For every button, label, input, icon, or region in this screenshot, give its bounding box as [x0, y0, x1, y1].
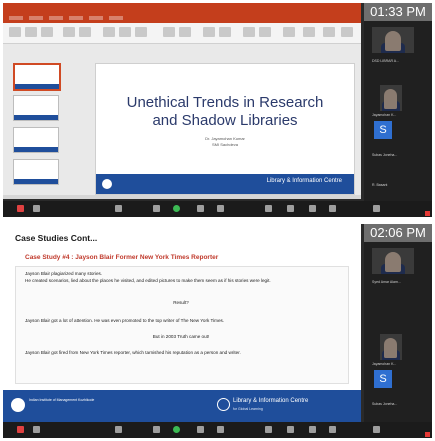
more-icon[interactable]: [265, 426, 272, 433]
participant-video[interactable]: [380, 334, 402, 360]
recording-indicator-icon: [425, 211, 430, 216]
apps-icon[interactable]: [287, 426, 294, 433]
participant-video[interactable]: [372, 27, 414, 53]
slide-subtitle: Case Study #4 : Jayson Blair Former New …: [25, 254, 219, 261]
whiteboard-icon[interactable]: [309, 205, 316, 212]
participant-name: R. Basant: [372, 183, 388, 187]
powerpoint-title-bar: [3, 3, 361, 15]
screenshot-frame-1: Unethical Trends in Research and Shadow …: [3, 3, 432, 217]
participants-panel: 02:06 PM Syed Amar Alam... Jayamohan K..…: [364, 224, 432, 422]
apps-icon[interactable]: [287, 205, 294, 212]
status-bar: [3, 195, 361, 199]
ribbon-tabs[interactable]: [3, 15, 361, 23]
slide-line: Result?: [173, 300, 189, 305]
participant-name: Jayamohan K...: [372, 113, 397, 117]
participant-name: Subas Joneha...: [372, 402, 398, 406]
end-call-icon[interactable]: [373, 426, 380, 433]
participant-name: DSD LIBRAR A...: [372, 59, 400, 63]
participant-video[interactable]: [380, 85, 402, 111]
slide-title: Unethical Trends in Research and Shadow …: [126, 94, 324, 129]
mic-icon[interactable]: [17, 205, 24, 212]
institute-logo: [102, 179, 112, 189]
participants-icon[interactable]: [115, 426, 122, 433]
mic-icon[interactable]: [17, 426, 24, 433]
slide-line: He created scenarios, lied about the pla…: [25, 278, 271, 283]
meeting-toolbar: [3, 422, 432, 438]
ribbon-toolbar[interactable]: [3, 23, 361, 44]
participant-name: Syed Amar Alam...: [372, 280, 401, 284]
participants-panel: 01:33 PM DSD LIBRAR A... Jayamohan K... …: [364, 3, 432, 201]
share-screen-icon[interactable]: [173, 205, 180, 212]
meeting-toolbar: [3, 201, 432, 217]
reactions-icon[interactable]: [217, 426, 224, 433]
participant-name: Jayamohan K...: [372, 362, 397, 366]
end-call-icon[interactable]: [373, 205, 380, 212]
library-logo-icon: [217, 398, 230, 411]
slide-thumbnails: [13, 63, 61, 185]
slide-line: Jayson Blair got a lot of attention. He …: [25, 318, 225, 323]
chat-icon[interactable]: [153, 205, 160, 212]
chat-icon[interactable]: [153, 426, 160, 433]
presented-slide: Case Studies Cont... Case Study #4 : Jay…: [3, 224, 361, 422]
footer-library-subtext: for Global Learning: [233, 407, 263, 411]
settings-icon[interactable]: [329, 426, 336, 433]
slide-author: Dr. Jayamohan Kumar SMI Sachdeva: [205, 136, 245, 147]
slide-thumbnail[interactable]: [13, 95, 59, 121]
camera-icon[interactable]: [33, 426, 40, 433]
slide-thumbnail[interactable]: [13, 159, 59, 185]
clock-display: 02:06 PM: [364, 224, 432, 242]
slide-line: But in 2003 Truth came out!: [152, 334, 210, 339]
participant-avatar[interactable]: S: [374, 370, 392, 388]
participant-avatar[interactable]: S: [374, 121, 392, 139]
powerpoint-window: Unethical Trends in Research and Shadow …: [3, 3, 361, 199]
participants-icon[interactable]: [115, 205, 122, 212]
slide-line: Jayson Blair got fired from New York Tim…: [25, 350, 241, 355]
slide-line: Jayson Blair plagiarized many stories.: [25, 271, 103, 276]
share-screen-icon[interactable]: [173, 426, 180, 433]
reactions-icon[interactable]: [217, 205, 224, 212]
slide-footer: Indian Institute of Management Kozhikode…: [3, 390, 361, 422]
current-slide: Unethical Trends in Research and Shadow …: [95, 63, 355, 195]
settings-icon[interactable]: [329, 205, 336, 212]
slide-thumbnail[interactable]: [13, 63, 61, 91]
participant-name: Subas Joneha...: [372, 153, 398, 157]
slide-title: Case Studies Cont...: [15, 233, 98, 243]
whiteboard-icon[interactable]: [309, 426, 316, 433]
slide-footer: Library & Information Centre: [96, 174, 354, 194]
more-icon[interactable]: [265, 205, 272, 212]
footer-library-text: Library & Information Centre: [233, 398, 309, 404]
slide-thumbnail[interactable]: [13, 127, 59, 153]
participant-video[interactable]: [372, 248, 414, 274]
camera-icon[interactable]: [33, 205, 40, 212]
record-icon[interactable]: [197, 205, 204, 212]
screenshot-frame-2: Case Studies Cont... Case Study #4 : Jay…: [3, 224, 432, 438]
clock-display: 01:33 PM: [364, 3, 432, 21]
footer-library-text: Library & Information Centre: [266, 178, 342, 184]
recording-indicator-icon: [425, 432, 430, 437]
footer-institute-text: Indian Institute of Management Kozhikode: [29, 398, 95, 402]
record-icon[interactable]: [197, 426, 204, 433]
institute-logo: [11, 398, 25, 412]
